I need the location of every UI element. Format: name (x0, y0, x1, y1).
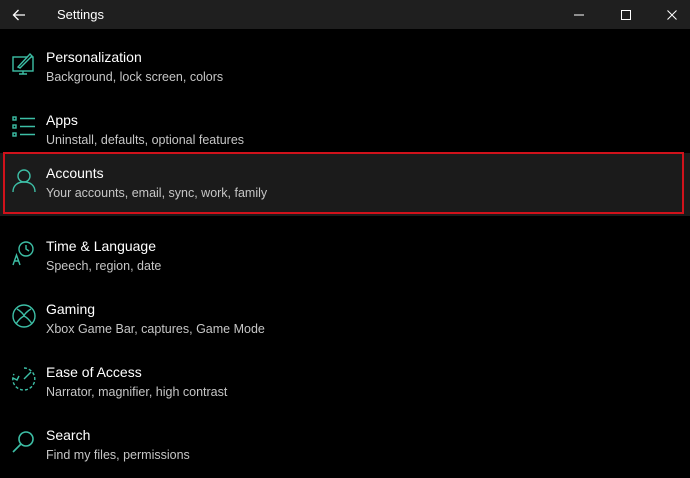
item-label: Ease of Access (46, 364, 142, 380)
item-label: Search (46, 427, 91, 443)
title-bar: Settings (0, 0, 690, 29)
item-label: Personalization (46, 49, 142, 65)
xbox-icon (9, 301, 39, 331)
item-label: Gaming (46, 301, 96, 317)
window-title: Settings (57, 7, 104, 22)
close-button[interactable] (649, 0, 690, 29)
item-label: Apps (46, 112, 78, 128)
settings-item-time-language[interactable]: Time & Language Speech, region, date (0, 226, 690, 289)
maximize-icon (621, 9, 631, 20)
settings-item-ease-of-access[interactable]: Ease of Access Narrator, magnifier, high… (0, 352, 690, 415)
maximize-button[interactable] (603, 0, 649, 29)
item-description: Your accounts, email, sync, work, family (46, 186, 268, 200)
personalization-icon (9, 49, 39, 79)
item-label: Time & Language (46, 238, 156, 254)
item-description: Narrator, magnifier, high contrast (46, 385, 228, 399)
settings-item-personalization[interactable]: Personalization Background, lock screen,… (0, 37, 690, 100)
accounts-icon (9, 165, 39, 195)
item-description: Xbox Game Bar, captures, Game Mode (46, 322, 265, 336)
item-description: Speech, region, date (46, 259, 162, 273)
settings-item-accounts[interactable]: Accounts Your accounts, email, sync, wor… (0, 153, 690, 216)
minimize-button[interactable] (556, 0, 602, 29)
minimize-icon (574, 14, 584, 15)
apps-icon (9, 112, 39, 142)
item-description: Uninstall, defaults, optional features (46, 133, 245, 147)
back-arrow-icon (12, 9, 25, 20)
back-button[interactable] (0, 0, 38, 29)
time-language-icon (9, 238, 39, 268)
item-description: Background, lock screen, colors (46, 70, 224, 84)
settings-item-search[interactable]: Search Find my files, permissions (0, 415, 690, 478)
item-description: Find my files, permissions (46, 448, 190, 462)
search-icon (9, 427, 39, 457)
ease-of-access-icon (9, 364, 39, 394)
item-label: Accounts (46, 165, 104, 181)
settings-item-gaming[interactable]: Gaming Xbox Game Bar, captures, Game Mod… (0, 289, 690, 352)
close-icon (667, 9, 677, 20)
